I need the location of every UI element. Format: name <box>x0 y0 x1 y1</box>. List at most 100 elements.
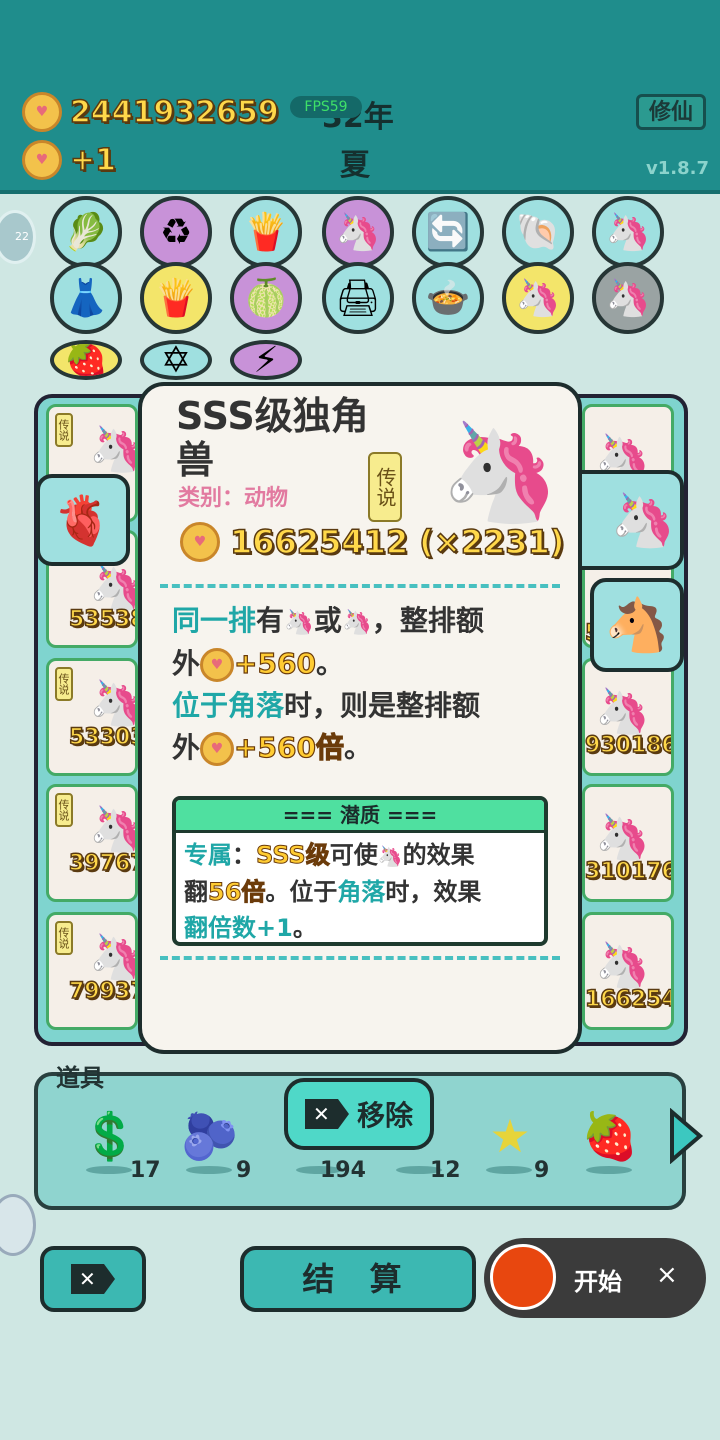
potential-bonus: SSS级 <box>256 841 331 870</box>
avatar[interactable] <box>0 1194 36 1256</box>
horse-side-tile[interactable]: 🐴 <box>590 578 684 672</box>
heart-coin-icon: ♥ <box>200 648 235 682</box>
unicorn-icon: 🦄 <box>595 686 650 737</box>
duck-pot-item-icon[interactable]: 🍲 <box>412 262 484 334</box>
board-cell[interactable]: 🦄 16625412 <box>582 912 674 1030</box>
item-value-text: 16625412 (×2231) <box>229 522 565 562</box>
close-icon: ✕ <box>71 1264 115 1294</box>
unicorn-icon: 🦄 <box>341 608 372 636</box>
blueberry-icon: 🫐 <box>181 1109 239 1163</box>
potential-text: 。 <box>292 914 317 942</box>
prop-count: 12 <box>430 1158 461 1183</box>
potential-text: 时，效果 <box>385 878 482 906</box>
desc-text: 时，则是整排额 <box>284 689 481 722</box>
star-cookie-item-icon[interactable]: ✡ <box>140 340 212 380</box>
legend-tag: 传说 <box>55 413 73 447</box>
cycle-item-icon[interactable]: 🔄 <box>412 196 484 268</box>
board-cell[interactable]: 🦄 3101766 <box>582 784 674 902</box>
delete-button[interactable]: ✕ <box>40 1246 146 1312</box>
record-start-label[interactable]: 开始 <box>574 1262 622 1297</box>
board-cell[interactable]: 传说 🦄 53303 <box>46 658 138 776</box>
cell-value: 9301866 <box>585 732 671 759</box>
cell-value: 79937 <box>68 978 138 1005</box>
unicorn-icon: 🦄 <box>595 812 650 863</box>
skirt-item-icon[interactable]: 👗 <box>50 262 122 334</box>
unicorn-pair-item-icon[interactable]: 🦄 <box>592 262 664 334</box>
leaf-item-icon[interactable]: 🥬 <box>50 196 122 268</box>
desc-text: 。 <box>315 647 344 680</box>
cell-value: 53303 <box>68 724 138 751</box>
desc-text: 外 <box>172 647 201 680</box>
unicorn-side-tile[interactable]: 🦄 <box>576 470 684 570</box>
board-cell[interactable]: 传说 🦄 79937 <box>46 912 138 1030</box>
printer-item-icon[interactable]: 🖨 <box>322 262 394 334</box>
legend-tag: 传说 <box>55 793 73 827</box>
desc-highlight: 位于角落 <box>172 689 285 722</box>
season-label: 夏 <box>340 148 370 183</box>
remove-button[interactable]: ✕ 移除 <box>284 1078 434 1150</box>
item-category: 类别：动物 <box>178 486 289 511</box>
prop-slot[interactable]: 🍓 <box>578 1106 642 1174</box>
potential-box: === 潜质 === 专属：SSS级可使🦄的效果 翻56倍。位于角落时，效果 翻… <box>172 796 548 946</box>
unicorn-icon: 🦄 <box>89 561 135 613</box>
divider <box>160 956 560 960</box>
desc-text: 外 <box>172 731 201 764</box>
potential-highlight: 角落 <box>337 878 386 906</box>
desc-text: 有 <box>256 604 285 637</box>
potential-body: 专属：SSS级可使🦄的效果 翻56倍。位于角落时，效果 翻倍数+1。 <box>176 833 544 943</box>
record-button[interactable] <box>490 1244 556 1310</box>
side-timer[interactable]: 22 <box>0 210 36 264</box>
income-counter: ♥ +1 <box>22 140 117 180</box>
potential-text: ： <box>232 841 256 869</box>
desc-text: ，整排额 <box>371 604 484 637</box>
horse-icon: 🐴 <box>604 595 670 656</box>
legend-tag: 传说 <box>55 921 73 955</box>
fruit-bowl-item-icon[interactable]: 🍓 <box>50 340 122 380</box>
potential-header: === 潜质 === <box>176 800 544 833</box>
prop-shadow <box>586 1166 632 1174</box>
item-description: 同一排有🦄或🦄，整排额 外 ♥ +560。 位于角落时，则是整排额 外 ♥ +560倍。 <box>172 600 552 769</box>
coin-total: 2441932659 <box>69 94 279 131</box>
income-value: +1 <box>69 142 117 179</box>
fries-item-icon[interactable]: 🍟 <box>140 262 212 334</box>
unicorn-icon: 🦄 <box>89 931 135 983</box>
board-cell[interactable]: 传说 🦄 39767 <box>46 784 138 902</box>
unicorn-pair-item-icon[interactable]: 🦄 <box>592 196 664 268</box>
unicorn-icon: 🦄 <box>89 677 135 729</box>
unicorn-item-icon[interactable]: 🦄 <box>502 262 574 334</box>
lightning-item-icon[interactable]: ⚡ <box>230 340 302 380</box>
heart-coin-icon: ♥ <box>22 140 62 180</box>
potential-bonus: 56倍 <box>207 878 266 907</box>
close-icon: ✕ <box>304 1099 349 1129</box>
cell-value: 3101766 <box>585 858 671 885</box>
desc-highlight: 同一排 <box>172 604 257 637</box>
potential-text: 翻 <box>184 878 208 906</box>
settle-button[interactable]: 结 算 <box>240 1246 476 1312</box>
unicorn-icon: 🦄 <box>89 803 135 855</box>
scroll-right-arrow-icon[interactable] <box>668 1108 704 1164</box>
fries-item-icon[interactable]: 🍟 <box>230 196 302 268</box>
unicorn-icon: 🦄 <box>377 844 403 868</box>
rarity-tag: 传说 <box>368 452 402 522</box>
prop-slot[interactable]: 🫐 <box>178 1106 242 1174</box>
unicorn-pair-item-icon[interactable]: 🦄 <box>322 196 394 268</box>
heart-coin-icon: ♥ <box>200 732 235 766</box>
version-label: v1.8.7 <box>646 158 709 179</box>
heart-coin-icon: ♥ <box>22 92 62 132</box>
cultivate-button[interactable]: 修仙 <box>636 94 706 130</box>
cell-value: 39767 <box>68 850 138 877</box>
desc-text: 。 <box>343 731 372 764</box>
fps-counter: FPS59 <box>290 96 362 118</box>
recycle-item-icon[interactable]: ♻ <box>140 196 212 268</box>
cell-value: 16625412 <box>585 986 674 1013</box>
recorder-close-icon[interactable]: × <box>656 1260 678 1290</box>
board-cell[interactable]: 🦄 9301866 <box>582 658 674 776</box>
grapefruit-item-icon[interactable]: 🍈 <box>230 262 302 334</box>
liver-tile[interactable]: 🫀 <box>36 474 130 566</box>
prop-slot[interactable]: ★ <box>478 1106 542 1174</box>
unicorn-icon: 🦄 <box>284 608 314 636</box>
unicorn-icon: 🦄 <box>89 423 135 475</box>
shell-item-icon[interactable]: 🐚 <box>502 196 574 268</box>
unicorn-icon: 🦄 <box>595 940 650 991</box>
potential-text: 。位于 <box>265 878 338 906</box>
